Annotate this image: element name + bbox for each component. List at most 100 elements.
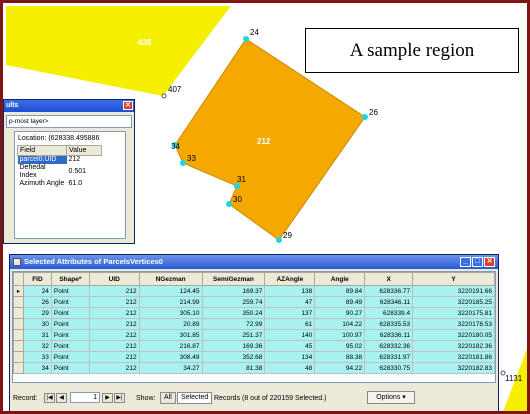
maximize-icon[interactable]: □ (472, 257, 483, 267)
table-row[interactable]: 32 Point 212 216.87 169.36 45 95.02 628332.36 32… (13, 340, 495, 352)
table-row[interactable]: 33 Point 212 308.49 352.68 134 88.38 628331.97 3… (13, 351, 495, 363)
identify-row[interactable]: parcel0.UID 212 (17, 155, 102, 164)
row-selector[interactable] (13, 307, 24, 319)
attribute-table-title: Selected Attributes of ParcelsVertices0 (24, 257, 163, 266)
options-button[interactable]: Options ▾ (367, 391, 415, 404)
table-row[interactable]: 31 Point 212 301.85 251.37 140 100.97 628336.11… (13, 329, 495, 341)
minimize-icon[interactable]: _ (460, 257, 471, 267)
cell-fid: 34 (22, 362, 52, 374)
cell-semigezman: 251.37 (201, 329, 266, 341)
show-label: Show: (136, 395, 156, 402)
identify-title-bar[interactable]: ults ✕ (4, 100, 134, 112)
sample-region-callout: A sample region (305, 28, 519, 73)
row-selector[interactable] (13, 296, 24, 308)
table-row[interactable]: ▸ 24 Point 212 124.45 169.37 138 89.84 628336.77… (13, 285, 495, 297)
column-header-azangle[interactable]: AZAngle (264, 272, 316, 286)
column-header-angle[interactable]: Angle (314, 272, 366, 286)
cell-x: 628330.75 (364, 362, 414, 374)
identify-field: parcel0.UID (17, 155, 67, 164)
vertex-24[interactable] (243, 36, 249, 42)
show-selected-button[interactable]: Selected (177, 392, 213, 404)
close-icon[interactable]: ✕ (484, 257, 495, 267)
attribute-table-window[interactable]: Selected Attributes of ParcelsVertices0 … (9, 254, 499, 411)
cell-azangle: 45 (264, 340, 316, 352)
cell-shape: Point (50, 296, 90, 308)
vertex-label-31: 31 (237, 175, 246, 184)
table-row[interactable]: 34 Point 212 34.27 81.38 48 94.22 628330.75 3220… (13, 362, 495, 374)
cell-shape: Point (50, 362, 90, 374)
cell-shape: Point (50, 285, 90, 297)
records-count-text: Records (8 out of 220159 Selected.) (214, 395, 327, 402)
first-record-button[interactable]: |◀ (44, 393, 55, 403)
cell-shape: Point (50, 329, 90, 341)
row-selector[interactable] (13, 318, 24, 330)
vertex-29[interactable] (276, 237, 282, 243)
vertex-label-407: 407 (168, 85, 182, 94)
cell-ngezman: 214.99 (138, 296, 203, 308)
column-header-fid[interactable]: FID (22, 272, 52, 286)
vertex-33[interactable] (180, 160, 186, 166)
vertex-407[interactable] (161, 93, 167, 99)
table-row[interactable]: 30 Point 212 20.89 72.99 61 104.22 628335.53 322… (13, 318, 495, 330)
cell-x: 628332.36 (364, 340, 414, 352)
attribute-table-title-bar[interactable]: Selected Attributes of ParcelsVertices0 … (10, 255, 498, 269)
column-header-ngezman[interactable]: NGezman (138, 272, 203, 286)
previous-record-button[interactable]: ◀ (56, 393, 67, 403)
vertex-26[interactable] (362, 114, 368, 120)
vertex-label-34: 34 (171, 142, 180, 151)
cell-y: 3220182.83 (412, 362, 495, 374)
field-header[interactable]: Field (17, 145, 67, 156)
value-header[interactable]: Value (66, 145, 102, 156)
row-selector[interactable] (13, 362, 24, 374)
cell-x: 628335.53 (364, 318, 414, 330)
identify-row[interactable]: Dehedal Index 0.501 (18, 164, 102, 180)
cell-semigezman: 81.38 (201, 362, 266, 374)
column-header-y[interactable]: Y (412, 272, 495, 286)
neighbor-parcel-topleft[interactable] (6, 6, 231, 96)
table-icon (13, 258, 21, 266)
column-header-uid[interactable]: UID (88, 272, 140, 286)
identify-field: Azimuth Angle (19, 180, 65, 187)
vertex-label-26: 26 (369, 108, 378, 117)
neighbor-parcel-label: 438 (138, 38, 152, 47)
cell-semigezman: 352.68 (201, 351, 266, 363)
row-selector[interactable] (13, 351, 24, 363)
next-record-button[interactable]: ▶ (102, 393, 113, 403)
row-selector[interactable] (13, 329, 24, 341)
vertex-label-1131: 1131 (505, 374, 523, 383)
cell-angle: 95.02 (314, 340, 366, 352)
table-row[interactable]: 26 Point 212 214.99 259.74 47 89.49 628346.11 32… (13, 296, 495, 308)
cell-fid: 30 (22, 318, 52, 330)
row-selector[interactable]: ▸ (13, 285, 24, 297)
identify-value: 61.0 (68, 180, 83, 187)
identify-value: 212 (68, 156, 81, 163)
row-selector[interactable] (13, 340, 24, 352)
cell-ngezman: 216.87 (138, 340, 203, 352)
cell-ngezman: 301.85 (138, 329, 203, 341)
column-header-x[interactable]: X (364, 272, 414, 286)
cell-x: 628331.97 (364, 351, 414, 363)
layer-dropdown[interactable]: p-most layer> (6, 115, 132, 128)
table-row[interactable]: 29 Point 212 305.10 350.24 137 90.27 628339.4 32… (13, 307, 495, 319)
last-record-button[interactable]: ▶| (114, 393, 125, 403)
cell-x: 628336.77 (364, 285, 414, 297)
vertex-label-30: 30 (233, 195, 242, 204)
cell-fid: 32 (22, 340, 52, 352)
cell-angle: 104.22 (314, 318, 366, 330)
column-header-semigezman[interactable]: SemiGezman (201, 272, 266, 286)
cell-ngezman: 305.10 (138, 307, 203, 319)
cell-uid: 212 (88, 307, 140, 319)
column-header-shape[interactable]: Shape* (50, 272, 90, 286)
record-number-input[interactable]: 1 (70, 392, 100, 403)
attribute-grid[interactable]: FID Shape* UID NGezman SemiGezman AZAngl… (12, 271, 496, 383)
cell-azangle: 48 (264, 362, 316, 374)
cell-shape: Point (50, 307, 90, 319)
vertex-30[interactable] (226, 201, 232, 207)
close-icon[interactable]: ✕ (123, 101, 133, 110)
cell-uid: 212 (88, 296, 140, 308)
identify-results-window[interactable]: ults ✕ p-most layer> Location: (628338.4… (3, 99, 135, 244)
identify-row[interactable]: Azimuth Angle 61.0 (18, 180, 102, 188)
map-frame: 438 212 24 26 29 30 31 33 34 407 1131 A … (0, 0, 530, 414)
cell-fid: 26 (22, 296, 52, 308)
show-all-button[interactable]: All (160, 392, 176, 404)
